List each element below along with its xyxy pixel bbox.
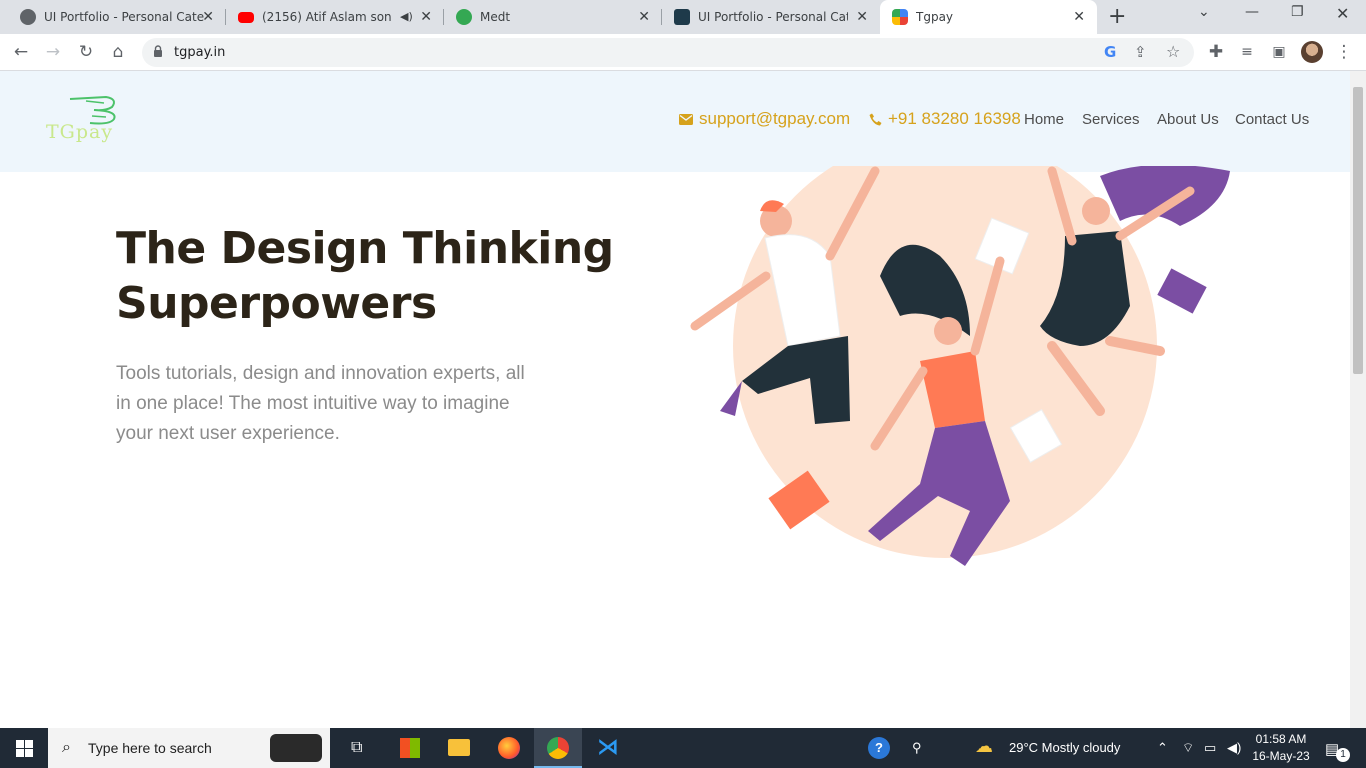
volume-icon[interactable]: ◀) (1227, 740, 1241, 756)
phone-icon (869, 113, 882, 125)
tab-search-icon[interactable]: ⌄ (1198, 4, 1210, 20)
system-clock[interactable]: 01:58 AM 16-May-23 (1248, 731, 1314, 765)
browser-toolbar: ← → ↻ ⌂ tgpay.in G ⇪ ☆ ✚ ≡ ▣ ⋮ (0, 34, 1366, 71)
nav-services[interactable]: Services (1082, 111, 1140, 128)
jumping-people-illustration (690, 166, 1230, 566)
page-scrollbar[interactable] (1350, 71, 1366, 728)
forward-icon[interactable]: → (43, 42, 63, 62)
tab-title: Medt (480, 10, 511, 24)
microsoft-store-icon[interactable] (386, 728, 434, 768)
close-icon[interactable]: ✕ (856, 9, 868, 25)
weather-text[interactable]: 29°C Mostly cloudy (1009, 740, 1120, 755)
hero-subtitle: Tools tutorials, design and innovation e… (116, 363, 525, 444)
tab-youtube[interactable]: (2156) Atif Aslam songs ◀) ✕ (226, 0, 444, 34)
address-bar[interactable]: tgpay.in G ⇪ ☆ (142, 38, 1194, 67)
tab-tgpay[interactable]: Tgpay ✕ (880, 0, 1097, 34)
tab-ui-portfolio-2[interactable]: UI Portfolio - Personal Categ ✕ (662, 0, 880, 34)
search-placeholder: Type here to search (88, 740, 212, 756)
tab-ui-portfolio-1[interactable]: UI Portfolio - Personal Categ ✕ (0, 0, 226, 34)
clock-time: 01:58 AM (1255, 732, 1307, 746)
vscode-icon[interactable]: ⋊ (583, 728, 631, 768)
tab-strip: UI Portfolio - Personal Categ ✕ (2156) A… (0, 0, 1366, 34)
weather-icon[interactable]: ☁ (975, 736, 993, 757)
chrome-icon[interactable] (534, 728, 582, 768)
tab-medt[interactable]: Medt ✕ (444, 0, 662, 34)
close-icon[interactable]: ✕ (1073, 9, 1085, 25)
menu-dots-icon[interactable]: ⋮ (1334, 42, 1354, 62)
clock-date: 16-May-23 (1252, 749, 1310, 763)
site-header: TGpay support@tgpay.com +91 83280 16398 … (0, 71, 1350, 172)
tab-title: (2156) Atif Aslam songs (262, 10, 392, 24)
url-text: tgpay.in (174, 45, 226, 60)
email-link[interactable]: support@tgpay.com (679, 109, 850, 129)
restore-button[interactable]: ❐ (1291, 4, 1304, 20)
email-text: support@tgpay.com (699, 109, 851, 128)
react-icon (674, 9, 690, 25)
hero-title-line1: The Design Thinking (116, 223, 614, 274)
wifi-icon[interactable]: ⌔ (1182, 740, 1194, 756)
hero-title-line2: Superpowers (116, 278, 437, 329)
extensions-icon[interactable]: ✚ (1206, 42, 1226, 62)
google-icon[interactable]: G (1104, 43, 1116, 61)
tab-title: UI Portfolio - Personal Categ (698, 10, 848, 24)
tab-title: UI Portfolio - Personal Categ (44, 10, 204, 24)
search-icon: ⌕ (62, 737, 71, 756)
close-icon[interactable]: ✕ (420, 9, 432, 25)
envelope-icon (679, 113, 693, 125)
nav-contact-us[interactable]: Contact Us (1235, 111, 1309, 128)
windows-start-icon[interactable] (16, 740, 33, 757)
task-view-icon[interactable]: ⧉ (336, 728, 384, 768)
tgpay-favicon-icon (892, 9, 908, 25)
camera-icon (270, 734, 322, 762)
minimize-button[interactable]: — (1245, 4, 1259, 20)
media-control-icon[interactable]: ≡ (1237, 42, 1257, 62)
windows-taskbar: ⌕ Type here to search ⧉ ⋊ ? ⚲ ☁ 29°C Mos… (0, 728, 1366, 768)
globe-icon (20, 9, 36, 25)
taskbar-search-box[interactable]: ⌕ Type here to search (48, 728, 330, 768)
lock-icon (154, 45, 162, 57)
close-icon[interactable]: ✕ (202, 9, 214, 25)
close-icon[interactable]: ✕ (638, 9, 650, 25)
new-tab-button[interactable]: + (1108, 5, 1126, 29)
logo-text: TGpay (46, 121, 114, 143)
nav-about-us[interactable]: About Us (1157, 111, 1219, 128)
battery-icon[interactable]: ▭ (1204, 740, 1216, 756)
firefox-icon[interactable] (485, 728, 533, 768)
scrollbar-thumb[interactable] (1353, 87, 1363, 374)
youtube-icon (238, 11, 254, 23)
side-panel-icon[interactable]: ▣ (1269, 42, 1289, 62)
phone-text: +91 83280 16398 (888, 109, 1021, 128)
hero-title: The Design Thinking Superpowers (116, 221, 636, 331)
plus-circle-icon (456, 9, 472, 25)
home-icon[interactable]: ⌂ (108, 42, 128, 62)
speaker-icon[interactable]: ◀) (400, 10, 413, 23)
chevron-up-icon[interactable]: ⌃ (1157, 740, 1168, 756)
nav-home[interactable]: Home (1024, 111, 1064, 128)
notification-count: 1 (1336, 748, 1350, 762)
back-icon[interactable]: ← (11, 42, 31, 62)
phone-link[interactable]: +91 83280 16398 (869, 109, 1021, 129)
people-icon[interactable]: ⚲ (912, 740, 922, 756)
profile-avatar[interactable] (1301, 41, 1323, 63)
close-window-button[interactable]: ✕ (1336, 4, 1349, 23)
tab-title: Tgpay (916, 10, 954, 24)
help-icon[interactable]: ? (868, 737, 890, 759)
share-icon[interactable]: ⇪ (1134, 43, 1147, 61)
bookmark-star-icon[interactable]: ☆ (1166, 42, 1180, 61)
file-explorer-icon[interactable] (436, 728, 484, 768)
reload-icon[interactable]: ↻ (76, 42, 96, 62)
web-page: TGpay support@tgpay.com +91 83280 16398 … (0, 71, 1350, 728)
